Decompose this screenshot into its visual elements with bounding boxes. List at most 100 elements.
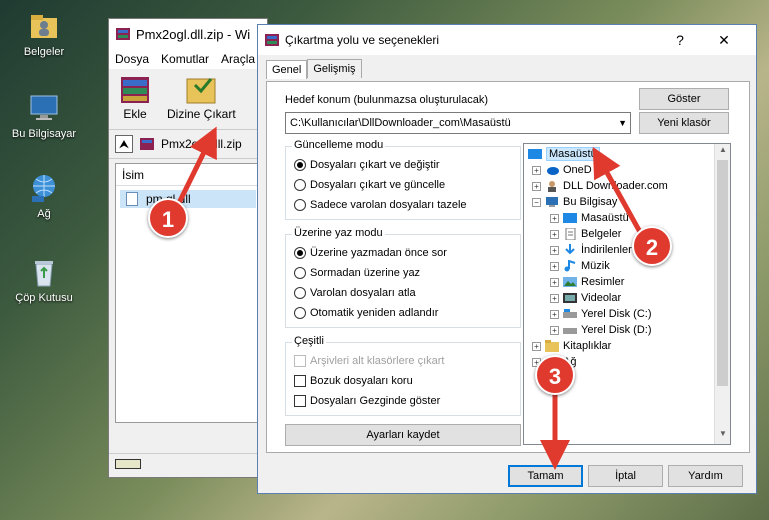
option-show-in-explorer[interactable]: Dosyaları Gezginde göster	[294, 395, 440, 407]
option-label: Bozuk dosyaları koru	[310, 375, 413, 387]
menu-item-file[interactable]: Dosya	[115, 52, 149, 66]
tab-advanced[interactable]: Gelişmiş	[307, 59, 362, 78]
expand-icon[interactable]: +	[550, 293, 559, 303]
expand-icon[interactable]: +	[532, 341, 541, 351]
pictures-icon	[563, 276, 577, 288]
option-freshen-existing[interactable]: Sadece varolan dosyaları tazele	[294, 199, 467, 211]
option-overwrite-without-prompt[interactable]: Sormadan üzerine yaz	[294, 267, 420, 279]
radio-button[interactable]	[294, 199, 306, 211]
radio-button-checked[interactable]	[294, 159, 306, 171]
tree-node-drive-c[interactable]: + Yerel Disk (C:)	[550, 306, 652, 322]
onedrive-icon	[545, 164, 559, 176]
desktop-icon-label: Ağ	[37, 208, 51, 220]
radio-button[interactable]	[294, 287, 306, 299]
tree-scrollbar[interactable]: ▲ ▼	[714, 144, 730, 444]
new-folder-button[interactable]: Yeni klasör	[639, 112, 729, 134]
option-keep-broken-files[interactable]: Bozuk dosyaları koru	[294, 375, 413, 387]
close-icon[interactable]: ✕	[702, 25, 746, 55]
tree-node-pc-desktop[interactable]: + Masaüstü	[550, 210, 629, 226]
option-rename-auto[interactable]: Otomatik yeniden adlandır	[294, 307, 438, 319]
winrar-toolbar: Ekle Dizine Çıkart	[109, 69, 267, 129]
winrar-titlebar[interactable]: Pmx2ogl.dll.zip - Wi	[109, 19, 267, 49]
tree-node-drive-d[interactable]: + Yerel Disk (D:)	[550, 322, 652, 338]
tree-node-videos[interactable]: + Videolar	[550, 290, 621, 306]
tree-node-downloads[interactable]: + İndirilenler	[550, 242, 632, 258]
expand-icon[interactable]: +	[550, 245, 559, 255]
drive-icon	[563, 324, 577, 336]
expand-icon[interactable]: +	[550, 213, 559, 223]
tree-node-desktop[interactable]: Masaüstü	[528, 146, 600, 162]
tree-node-label: DLL Downloader.com	[563, 180, 668, 192]
option-label: Varolan dosyaları atla	[310, 287, 416, 299]
tree-node-this-pc[interactable]: − Bu Bilgisay	[532, 194, 617, 210]
cancel-button[interactable]: İptal	[588, 465, 663, 487]
option-extract-update[interactable]: Dosyaları çıkart ve güncelle	[294, 179, 445, 191]
radio-button[interactable]	[294, 179, 306, 191]
save-settings-button[interactable]: Ayarları kaydet	[285, 424, 521, 446]
expand-icon[interactable]: +	[550, 309, 559, 319]
scroll-up-icon[interactable]: ▲	[715, 145, 730, 159]
archive-add-icon	[117, 73, 153, 107]
overwrite-mode-group: Üzerine yaz modu Üzerine yazmadan önce s…	[285, 227, 521, 328]
checkbox[interactable]	[294, 395, 306, 407]
option-ask-before-overwrite[interactable]: Üzerine yazmadan önce sor	[294, 247, 447, 259]
column-header-name[interactable]: İsim	[116, 164, 260, 186]
tree-node-onedrive[interactable]: + OneD	[532, 162, 592, 178]
dialog-title: Çıkartma yolu ve seçenekleri	[285, 33, 440, 47]
up-folder-icon[interactable]: ⮝	[115, 135, 133, 153]
expand-icon[interactable]: +	[532, 165, 541, 175]
radio-button[interactable]	[294, 307, 306, 319]
tree-node-pictures[interactable]: + Resimler	[550, 274, 624, 290]
add-button-label: Ekle	[123, 107, 147, 121]
computer-icon	[28, 92, 60, 124]
help-button[interactable]: Yardım	[668, 465, 743, 487]
option-extract-replace[interactable]: Dosyaları çıkart ve değiştir	[294, 159, 440, 171]
tree-node-documents[interactable]: + Belgeler	[550, 226, 621, 242]
desktop-icon-this-pc[interactable]: Bu Bilgisayar	[4, 92, 84, 140]
file-list: İsim pm gl.dll	[115, 163, 261, 423]
help-icon[interactable]: ?	[658, 25, 702, 55]
drive-status-icon	[115, 459, 141, 469]
expand-icon[interactable]: +	[550, 229, 559, 239]
destination-path-value: C:\Kullanıcılar\DllDownloader_com\Masaüs…	[290, 117, 511, 129]
checkbox[interactable]	[294, 375, 306, 387]
radio-button-checked[interactable]	[294, 247, 306, 259]
desktop-icon-network[interactable]: Ağ	[4, 172, 84, 220]
add-button[interactable]: Ekle	[117, 73, 153, 125]
desktop-icon-documents[interactable]: Belgeler	[4, 10, 84, 58]
option-skip-existing[interactable]: Varolan dosyaları atla	[294, 287, 416, 299]
scroll-down-icon[interactable]: ▼	[715, 429, 730, 443]
collapse-icon[interactable]: −	[532, 197, 541, 207]
option-label: Sormadan üzerine yaz	[310, 267, 421, 279]
desktop-icon-recycle-bin[interactable]: Çöp Kutusu	[4, 256, 84, 304]
tree-node-libraries[interactable]: + Kitaplıklar	[532, 338, 611, 354]
scrollbar-thumb[interactable]	[717, 160, 728, 386]
tab-general[interactable]: Genel	[266, 60, 308, 79]
show-button[interactable]: Göster	[639, 88, 729, 110]
downloads-icon	[563, 244, 577, 256]
winrar-app-icon	[115, 26, 131, 42]
menu-item-commands[interactable]: Komutlar	[161, 52, 209, 66]
destination-path-combobox[interactable]: C:\Kullanıcılar\DllDownloader_com\Masaüs…	[285, 112, 631, 134]
tree-node-music[interactable]: + Müzik	[550, 258, 610, 274]
expand-icon[interactable]: +	[550, 325, 559, 335]
winrar-menubar: Dosya Komutlar Araçla	[109, 49, 267, 69]
expand-icon[interactable]: +	[550, 261, 559, 271]
tree-node-label: Videolar	[581, 292, 622, 304]
dialog-titlebar[interactable]: Çıkartma yolu ve seçenekleri ? ✕	[258, 25, 756, 55]
expand-icon[interactable]: +	[550, 277, 559, 287]
videos-icon	[563, 292, 577, 304]
radio-button[interactable]	[294, 267, 306, 279]
chevron-down-icon[interactable]: ▼	[618, 113, 627, 133]
desktop-icon-label: Bu Bilgisayar	[11, 128, 77, 140]
file-row[interactable]: pm gl.dll	[120, 190, 256, 208]
menu-item-tools[interactable]: Araçla	[221, 52, 255, 66]
ok-button[interactable]: Tamam	[508, 465, 583, 487]
tree-node-label: Yerel Disk (D:)	[581, 324, 652, 336]
option-label: Dosyaları Gezginde göster	[310, 395, 441, 407]
folder-tree: Masaüstü + OneD + DLL Downloader.com − B…	[523, 143, 731, 445]
tree-node-user[interactable]: + DLL Downloader.com	[532, 178, 668, 194]
expand-icon[interactable]: +	[532, 181, 541, 191]
tree-node-label: Belgeler	[581, 228, 622, 240]
extract-to-button[interactable]: Dizine Çıkart	[167, 73, 236, 125]
